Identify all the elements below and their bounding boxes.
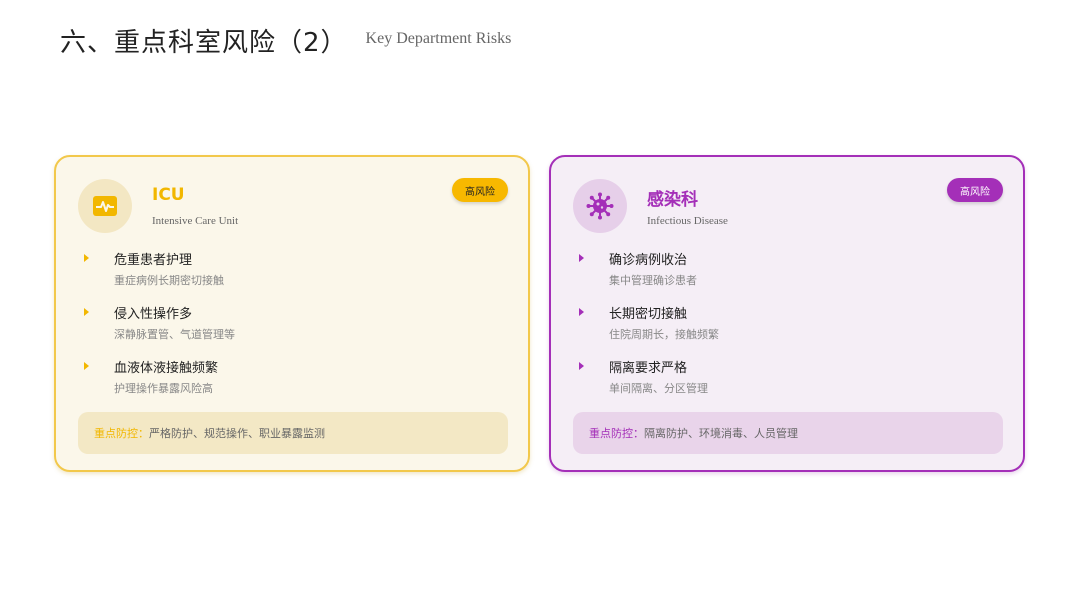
virus-icon (586, 192, 614, 220)
bullet-triangle-icon (579, 362, 584, 370)
department-name-en: Intensive Care Unit (152, 215, 239, 227)
item-description: 重症病例长期密切接触 (114, 274, 224, 287)
prevention-box: 重点防控： 严格防护、规范操作、职业暴露监测 (78, 412, 508, 454)
item-title: 隔离要求严格 (609, 361, 688, 376)
icon-badge (573, 179, 627, 233)
prevention-text: 隔离防护、环境消毒、人员管理 (644, 427, 798, 440)
item-description: 单间隔离、分区管理 (609, 382, 708, 395)
item-title: 血液体液接触频繁 (114, 361, 219, 376)
item-description: 住院周期长，接触频繁 (609, 328, 719, 341)
bullet-triangle-icon (579, 308, 584, 316)
page-subtitle: Key Department Risks (365, 30, 512, 47)
item-description: 护理操作暴露风险高 (114, 382, 213, 395)
prevention-text: 严格防护、规范操作、职业暴露监测 (149, 427, 325, 440)
item-title: 长期密切接触 (609, 307, 688, 322)
item-title: 危重患者护理 (114, 253, 193, 268)
prevention-box: 重点防控： 隔离防护、环境消毒、人员管理 (573, 412, 1003, 454)
bullet-triangle-icon (84, 254, 89, 262)
department-name: 感染科 (647, 190, 698, 210)
item-title: 确诊病例收治 (609, 253, 688, 268)
item-description: 集中管理确诊患者 (609, 274, 697, 287)
prevention-label: 重点防控： (94, 427, 149, 440)
bullet-triangle-icon (579, 254, 584, 262)
department-card-infectious: 感染科 Infectious Disease 高风险 确诊病例收治 集中管理确诊… (549, 155, 1025, 472)
department-card-icu: ICU Intensive Care Unit 高风险 危重患者护理 重症病例长… (54, 155, 530, 472)
page-title: 六、重点科室风险（2） (60, 28, 348, 58)
icon-badge (78, 179, 132, 233)
bullet-triangle-icon (84, 362, 89, 370)
prevention-label: 重点防控： (589, 427, 644, 440)
risk-badge: 高风险 (452, 178, 508, 202)
department-name: ICU (152, 185, 185, 205)
item-description: 深静脉置管、气道管理等 (114, 328, 235, 341)
department-name-en: Infectious Disease (647, 215, 728, 227)
bullet-triangle-icon (84, 308, 89, 316)
item-title: 侵入性操作多 (114, 307, 193, 322)
heart-monitor-icon (93, 196, 117, 216)
risk-badge: 高风险 (947, 178, 1003, 202)
page-header: 六、重点科室风险（2） Key Department Risks (60, 22, 511, 59)
